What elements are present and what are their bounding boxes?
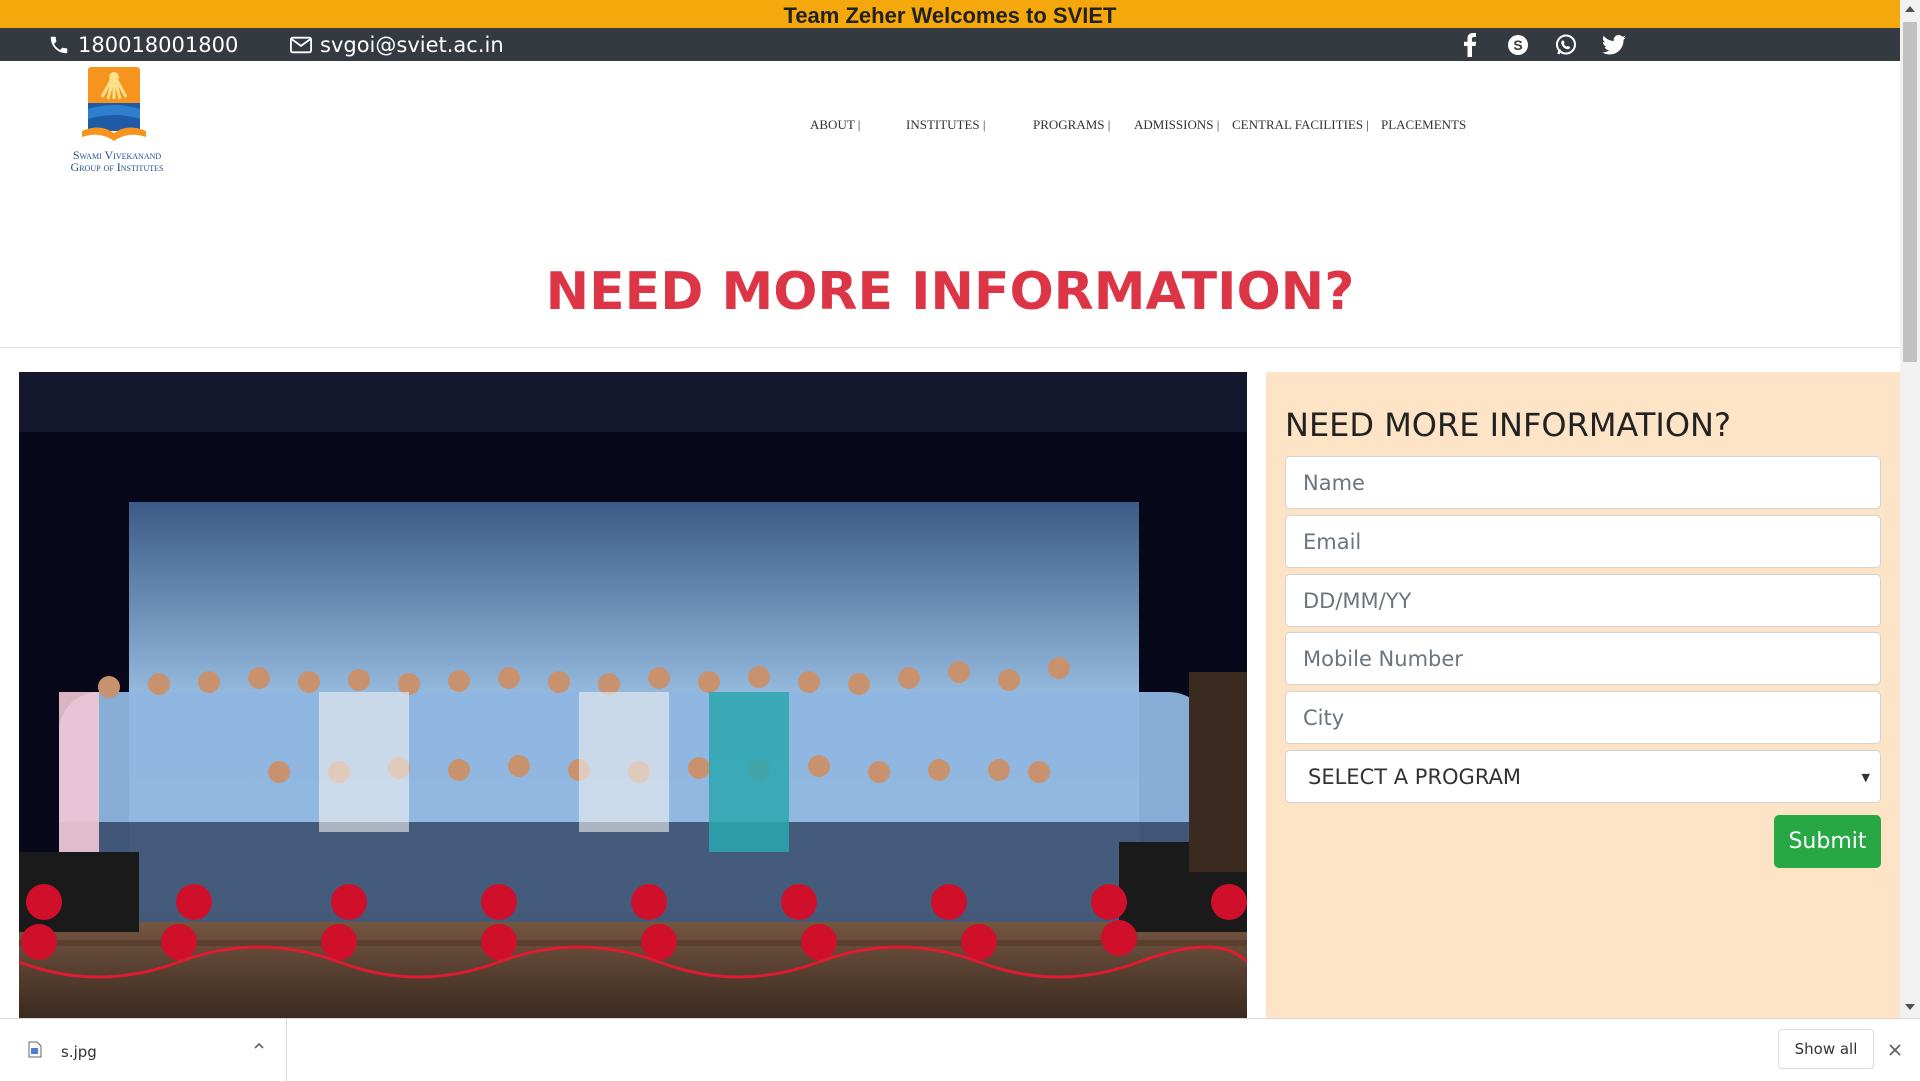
browser-viewport: Team Zeher Welcomes to SVIET 18001800180… [0,0,1900,1018]
welcome-banner: Team Zeher Welcomes to SVIET [0,0,1900,28]
whatsapp-icon[interactable] [1554,33,1578,57]
mobile-number-field[interactable] [1285,632,1881,685]
close-icon[interactable] [1886,1041,1904,1059]
nav-item-institutes[interactable]: INSTITUTES | [906,117,986,133]
image-file-icon [28,1041,42,1058]
site-header: Swami Vivekanand Group of Institutes ABO… [0,61,1900,181]
phone-number: 180018001800 [78,32,239,57]
envelope-icon [290,36,312,53]
skype-icon[interactable]: S [1506,33,1530,57]
main-nav: ABOUT | INSTITUTES | PROGRAMS | ADMISSIO… [0,117,1900,137]
scroll-thumb[interactable] [1903,22,1917,362]
submit-button[interactable]: Submit [1774,815,1881,868]
welcome-text: Team Zeher Welcomes to SVIET [783,3,1117,28]
download-shelf: s.jpg Show all [0,1018,1920,1081]
contact-bar: 180018001800 svgoi@sviet.ac.in S [0,28,1900,61]
stage-photo-graphic [19,372,1247,1018]
section-divider [0,347,1900,348]
nav-item-programs[interactable]: PROGRAMS | [1033,117,1110,133]
group-photo [19,372,1247,1018]
scroll-down-icon[interactable] [1905,1004,1915,1010]
phone-icon [50,36,68,53]
phone-contact[interactable]: 180018001800 [48,28,238,61]
dob-field[interactable] [1285,574,1881,627]
twitter-icon[interactable] [1602,33,1626,57]
facebook-icon[interactable] [1458,32,1482,57]
nav-item-admissions[interactable]: ADMISSIONS | [1134,117,1219,133]
hero-title: NEED MORE INFORMATION? [545,262,1355,322]
download-file-name: s.jpg [61,1043,97,1061]
email-field[interactable] [1285,515,1881,568]
program-select[interactable]: SELECT A PROGRAM ▼ [1285,750,1881,803]
dropdown-caret-icon: ▼ [1861,771,1870,784]
svg-text:S: S [1513,37,1522,53]
name-field[interactable] [1285,456,1881,509]
city-field[interactable] [1285,691,1881,744]
show-all-button[interactable]: Show all [1778,1029,1874,1069]
social-links: S [1458,28,1650,61]
info-form-panel: NEED MORE INFORMATION? SELECT A PROGRAM … [1266,372,1900,1018]
email-address: svgoi@sviet.ac.in [320,32,504,57]
email-contact[interactable]: svgoi@sviet.ac.in [290,28,504,61]
download-item[interactable]: s.jpg [0,1019,287,1081]
form-title: NEED MORE INFORMATION? [1285,406,1731,444]
logo-line-2: Group of Institutes [70,160,164,174]
page-scrollbar[interactable] [1900,0,1920,1018]
nav-item-central-facilities[interactable]: CENTRAL FACILITIES | [1232,117,1369,133]
scroll-up-icon[interactable] [1905,6,1915,12]
program-select-value: SELECT A PROGRAM [1308,764,1522,789]
nav-item-placements[interactable]: PLACEMENTS [1381,117,1466,133]
chevron-up-icon[interactable] [252,1039,266,1053]
nav-item-about[interactable]: ABOUT | [810,117,860,133]
logo-text: Swami Vivekanand Group of Institutes [52,149,182,173]
